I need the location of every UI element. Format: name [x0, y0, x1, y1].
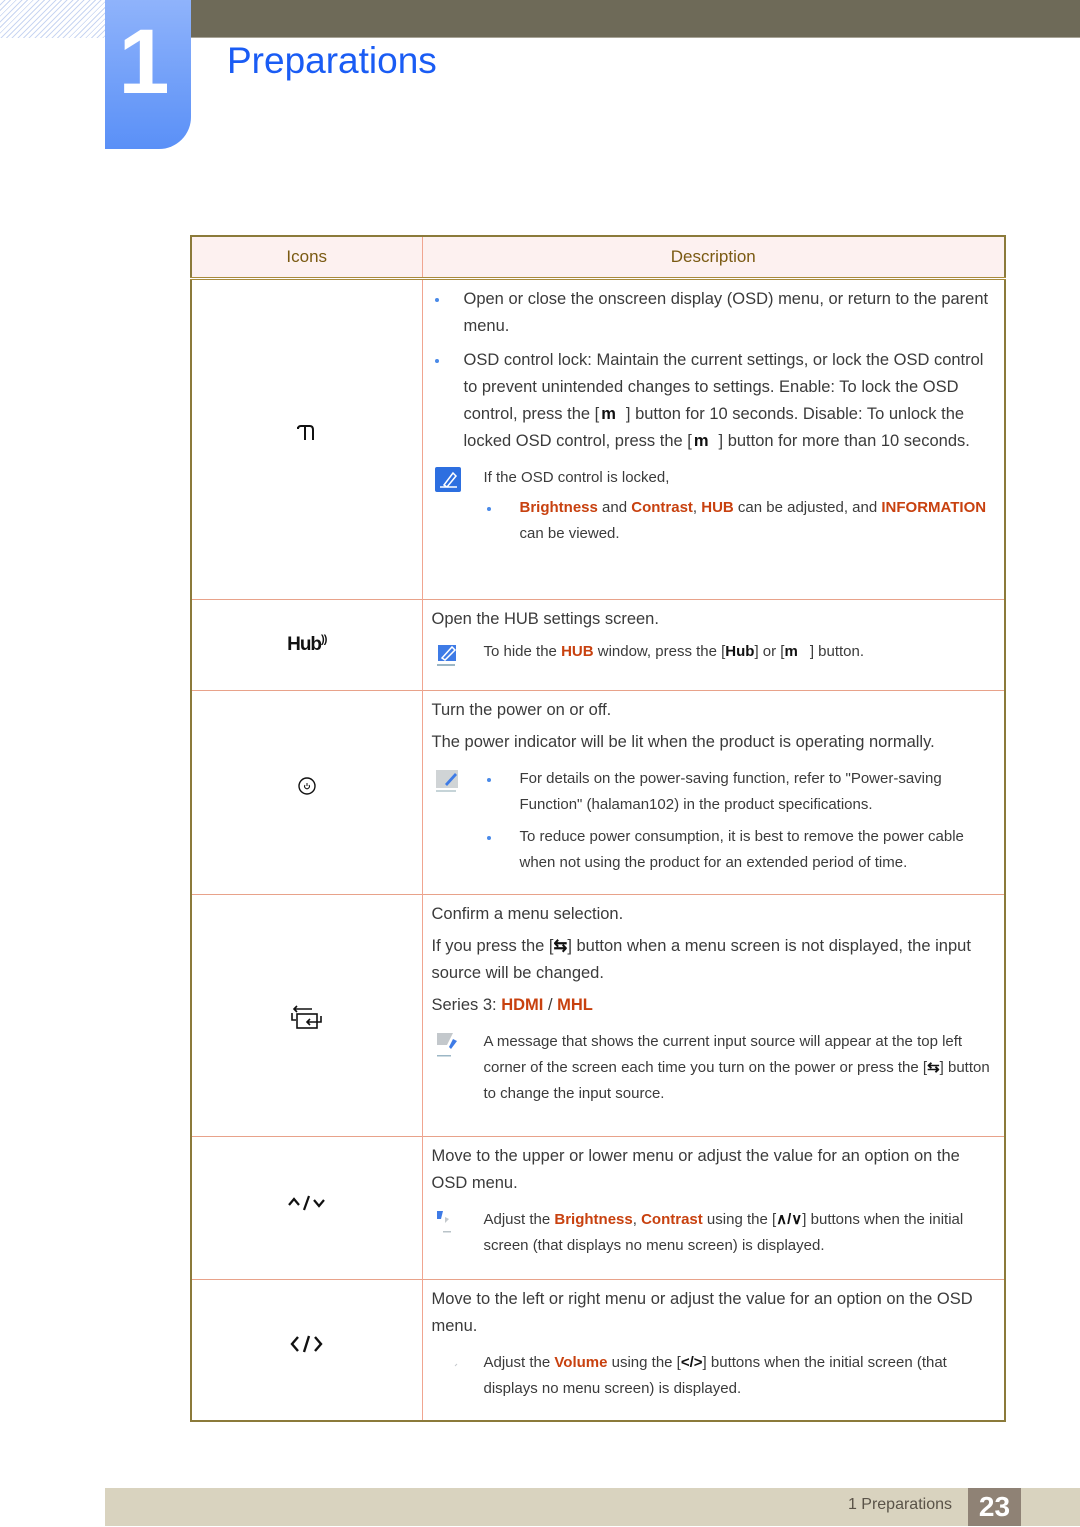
header-bar	[184, 0, 1080, 38]
chapter-number: 1	[118, 11, 170, 113]
icon-cell	[191, 893, 423, 1136]
note-box: Adjust the Volume using the [</>] button…	[432, 1350, 997, 1402]
list-item: Brightness and Contrast, HUB can be adju…	[484, 495, 997, 547]
table-row: Move to the left or right menu or adjust…	[191, 1278, 1005, 1421]
icon-cell: Hub))	[191, 598, 423, 690]
note-pencil-icon	[436, 1032, 457, 1057]
page-footer: 1 Preparations 23	[105, 1488, 1080, 1526]
menu-icon	[296, 425, 314, 440]
note-pencil-icon	[436, 1210, 451, 1232]
table-header-row: Icons Description	[191, 236, 1005, 280]
footer-section-label: 1 Preparations	[847, 1496, 952, 1513]
table-row: Open or close the onscreen display (OSD)…	[191, 277, 1005, 599]
note-box: A message that shows the current input s…	[432, 1029, 997, 1107]
note-box: For details on the power-saving function…	[432, 766, 997, 876]
description-cell: Confirm a menu selection. If you press t…	[422, 893, 1005, 1136]
chapter-tab: 1	[105, 0, 191, 149]
note-pencil-icon	[435, 769, 458, 792]
source-icon: ⇆	[927, 1058, 940, 1076]
description-cell: Open or close the onscreen display (OSD)…	[422, 277, 1005, 599]
note-pencil-icon	[436, 644, 456, 666]
source-icon	[290, 1004, 322, 1029]
chapter-title: Preparations	[227, 40, 437, 81]
hub-icon: Hub))	[287, 633, 327, 655]
left-right-icon	[290, 1335, 323, 1353]
note-box: If the OSD control is locked, Brightness…	[432, 465, 997, 547]
menu-icon: m	[784, 642, 798, 660]
description-cell: Turn the power on or off. The power indi…	[422, 689, 1005, 894]
power-icon	[298, 777, 316, 795]
up-down-icon	[287, 1195, 325, 1210]
description-cell: Open the HUB settings screen. To hide th…	[422, 598, 1005, 690]
list-item: For details on the power-saving function…	[484, 766, 997, 818]
left-right-icon: </>	[680, 1353, 703, 1371]
column-header-description: Description	[422, 236, 1005, 280]
icon-cell	[191, 1278, 423, 1421]
menu-icon: m	[601, 404, 616, 423]
note-box: Adjust the Brightness, Contrast using th…	[432, 1207, 997, 1259]
list-item: Open or close the onscreen display (OSD)…	[432, 286, 997, 340]
icon-cell	[191, 277, 423, 599]
source-icon: ⇆	[553, 936, 568, 955]
table-row: Confirm a menu selection. If you press t…	[191, 893, 1005, 1136]
table-row: Turn the power on or off. The power indi…	[191, 689, 1005, 894]
note-box: To hide the HUB window, press the [Hub] …	[432, 639, 997, 666]
list-item: To reduce power consumption, it is best …	[484, 824, 997, 876]
table-row: Move to the upper or lower menu or adjus…	[191, 1135, 1005, 1279]
icons-table: Icons Description Open or close the onsc…	[190, 235, 1006, 1422]
list-item: OSD control lock: Maintain the current s…	[432, 347, 997, 455]
note-pencil-icon	[434, 466, 461, 492]
header-hatch-decoration	[0, 0, 105, 38]
note-pencil-icon	[454, 1363, 457, 1366]
column-header-icons: Icons	[191, 236, 423, 280]
hub-icon: Hub	[725, 642, 755, 660]
page-number: 23	[968, 1488, 1021, 1526]
table-row: Hub)) Open the HUB settings screen. To h…	[191, 598, 1005, 690]
icon-cell	[191, 689, 423, 894]
icon-cell	[191, 1135, 423, 1279]
menu-icon: m	[693, 431, 709, 450]
up-down-icon: ∧/∨	[776, 1210, 803, 1228]
description-cell: Move to the upper or lower menu or adjus…	[422, 1135, 1005, 1279]
description-cell: Move to the left or right menu or adjust…	[422, 1278, 1005, 1421]
